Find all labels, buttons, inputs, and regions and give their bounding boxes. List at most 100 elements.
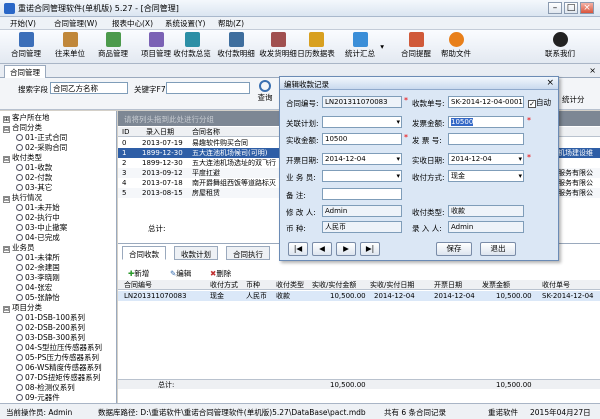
tree-item[interactable]: 02-余建国 (16, 263, 60, 273)
menu-reports[interactable]: 报表中心(X) (112, 18, 153, 29)
tree-item[interactable]: 03-其它 (16, 183, 52, 193)
type-field[interactable]: 收款 (448, 205, 524, 217)
tree-item[interactable]: 02-执行中 (16, 213, 60, 223)
tree-item[interactable]: 02-DSB-200系列 (16, 323, 85, 333)
tree-group[interactable]: ⊟ 收付类型 (3, 153, 42, 163)
tree-item[interactable]: 07-DS扭矩传感器系列 (16, 373, 100, 383)
expander-icon[interactable]: ⊟ (3, 246, 10, 253)
tree-group[interactable]: ⊟ 合同分类 (3, 123, 42, 133)
expander-icon[interactable]: ⊟ (3, 156, 10, 163)
auto-checkbox[interactable]: ✓自动 (528, 97, 551, 108)
delete-button[interactable]: ✖删除 (210, 268, 231, 279)
dialog-close-icon[interactable]: × (546, 78, 554, 88)
save-button[interactable]: 保存 (436, 242, 472, 256)
tree-item[interactable]: 03-李晓刚 (16, 273, 60, 283)
stats-label[interactable]: 统计分 (562, 94, 585, 105)
menu-contract[interactable]: 合同管理(W) (54, 18, 97, 29)
receipt-date-picker[interactable]: 2014-12-04 (448, 153, 524, 165)
col-currency[interactable]: 币种 (246, 280, 260, 290)
tree-item[interactable]: 04-S型拉压传感器系列 (16, 343, 102, 353)
col-invoice-date[interactable]: 开票日期 (434, 280, 462, 290)
edit-button[interactable]: ✎编辑 (170, 268, 191, 279)
tree-item[interactable]: 08-检测仪系列 (16, 383, 75, 393)
col-header-date[interactable]: 录入日期 (146, 127, 174, 137)
tab-contract-receipt[interactable]: 合同收款 (122, 246, 166, 260)
tree-item[interactable]: 01-DSB-100系列 (16, 313, 85, 323)
col-contract-no[interactable]: 合同编号 (124, 280, 152, 290)
next-record-button[interactable]: ▶ (336, 242, 356, 256)
recorder-field[interactable]: Admin (448, 221, 524, 233)
contract-no-field[interactable]: LN201311070083 (322, 96, 402, 108)
tree-item[interactable]: 04-张宏 (16, 283, 52, 293)
tab-close-icon[interactable]: × (589, 66, 596, 75)
menu-start[interactable]: 开始(V) (10, 18, 36, 29)
expander-icon[interactable]: ⊟ (3, 196, 10, 203)
keyword-input[interactable] (166, 82, 250, 94)
tree-group[interactable]: ⊟ 业务员 (3, 243, 35, 253)
receipt-no-field[interactable]: SK-2014-12-04-0001 (448, 96, 524, 108)
tree-item[interactable]: 09-元器件 (16, 393, 60, 403)
col-type[interactable]: 收付类型 (276, 280, 304, 290)
close-icon[interactable]: × (580, 2, 594, 14)
col-header-name[interactable]: 合同名称 (192, 127, 220, 137)
expander-icon[interactable]: ⊟ (3, 306, 10, 313)
toolbar-contact-button[interactable]: 联系我们 (540, 32, 580, 62)
invoice-no-field[interactable] (448, 133, 524, 145)
tree-item[interactable]: 05-张静怡 (16, 293, 60, 303)
tab-receipt-plan[interactable]: 收款计划 (174, 246, 218, 260)
toolbar-contract-button[interactable]: 合同管理 (6, 32, 46, 62)
tree-item[interactable]: 02-付款 (16, 173, 52, 183)
menu-help[interactable]: 帮助(Z) (218, 18, 244, 29)
prev-record-button[interactable]: ◀ (312, 242, 332, 256)
currency-field[interactable]: 人民币 (322, 221, 402, 233)
col-actual-amount[interactable]: 实收/实付金额 (312, 280, 356, 290)
tree-group[interactable]: ⊟ 项目分类 (3, 303, 42, 313)
col-header-id[interactable]: ID (122, 127, 129, 137)
exit-button[interactable]: 退出 (480, 242, 516, 256)
expander-icon[interactable]: ⊞ (3, 116, 10, 123)
invoice-amount-field[interactable]: 10500 (448, 116, 524, 128)
invoice-date-picker[interactable]: 2014-12-04 (322, 153, 402, 165)
toolbar-goods-button[interactable]: 商品管理 (93, 32, 133, 62)
tab-contract-management[interactable]: 合同管理 (4, 65, 46, 78)
expander-icon[interactable]: ⊟ (3, 126, 10, 133)
toolbar-payment-overview-button[interactable]: 收付款总览 (170, 32, 214, 62)
tree-item[interactable]: 01-正式合同 (16, 133, 67, 143)
tree-item[interactable]: 04-已完成 (16, 233, 60, 243)
first-record-button[interactable]: |◀ (288, 242, 308, 256)
detail-row[interactable]: LN201311070083 现金 人民币 收款 10,500.00 2014-… (118, 291, 600, 301)
tree-item[interactable]: 02-采购合同 (16, 143, 67, 153)
toolbar-payment-detail-button[interactable]: 收付款明细 (214, 32, 258, 62)
col-pay-method[interactable]: 收付方式 (210, 280, 238, 290)
pay-method-select[interactable]: 现金 (448, 170, 524, 182)
menu-settings[interactable]: 系统设置(Y) (165, 18, 205, 29)
last-record-button[interactable]: ▶| (360, 242, 380, 256)
toolbar-help-button[interactable]: 帮助文件 (436, 32, 476, 62)
tree-item[interactable]: 01-未律所 (16, 253, 60, 263)
tree-group[interactable]: ⊞ 客户所在地 (3, 113, 50, 123)
tree-group[interactable]: ⊟ 执行情况 (3, 193, 42, 203)
modifier-field[interactable]: Admin (322, 205, 402, 217)
toolbar-shipment-detail-button[interactable]: 收发货明细 (256, 32, 300, 62)
tree-item[interactable]: 03-DSB-300系列 (16, 333, 85, 343)
toolbar-partner-button[interactable]: 往来单位 (50, 32, 90, 62)
related-plan-select[interactable] (322, 116, 402, 128)
tree-item[interactable]: 01-未开始 (16, 203, 60, 213)
tree-item[interactable]: 03-中止撤案 (16, 223, 67, 233)
tree-item[interactable]: 06-WS精度传感器系列 (16, 363, 102, 373)
col-actual-date[interactable]: 实收/实付日期 (370, 280, 414, 290)
remark-field[interactable] (322, 188, 402, 200)
col-invoice-amount[interactable]: 发票金额 (482, 280, 510, 290)
toolbar-calendar-button[interactable]: 日历数据表 (296, 32, 336, 62)
toolbar-statistics-button[interactable]: 统计汇总 ▾ (340, 32, 384, 62)
actual-amount-field[interactable]: 10500 (322, 133, 402, 145)
query-button[interactable]: 查询 (254, 80, 276, 106)
col-receipt-no[interactable]: 收付单号 (542, 280, 570, 290)
minimize-icon[interactable]: – (548, 2, 562, 14)
tab-contract-execution[interactable]: 合同执行 (226, 246, 270, 260)
search-field-select[interactable]: 合同乙方名称 (50, 82, 128, 94)
maximize-icon[interactable]: □ (564, 2, 578, 14)
chevron-down-icon[interactable]: ▾ (380, 42, 384, 51)
tree-item[interactable]: 05-PS压力传感器系列 (16, 353, 99, 363)
toolbar-reminder-button[interactable]: 合同提醒 (396, 32, 436, 62)
